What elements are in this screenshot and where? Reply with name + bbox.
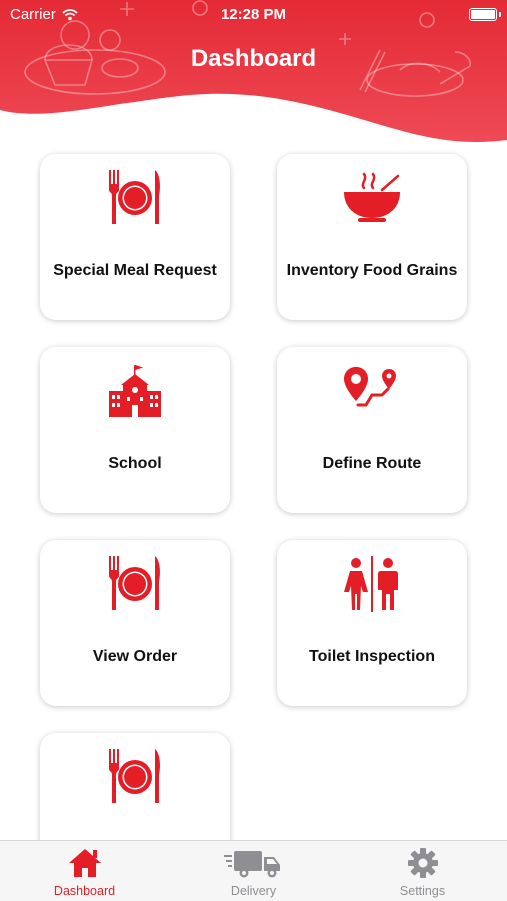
- battery-icon: [469, 8, 497, 21]
- card-view-order[interactable]: View Order: [40, 540, 230, 706]
- truck-icon: [169, 847, 338, 881]
- card-label: Inventory Food Grains: [286, 262, 458, 279]
- page-title: Dashboard: [190, 45, 317, 72]
- plate-cutlery-icon: [40, 168, 230, 228]
- card-toilet-inspection[interactable]: Toilet Inspection: [277, 540, 467, 706]
- battery-tip: [499, 12, 501, 17]
- tab-label: Dashboard: [53, 884, 116, 898]
- status-bar: Carrier 12:28 PM: [0, 0, 507, 30]
- tab-bar: Dashboard Delivery Settings: [0, 840, 507, 901]
- card-label: Special Meal Request: [53, 262, 217, 279]
- school-building-icon: [40, 361, 230, 421]
- card-inventory-food-grains[interactable]: Inventory Food Grains: [277, 154, 467, 320]
- header: Carrier 12:28 PM Dashboard: [0, 0, 507, 160]
- card-label: View Order: [92, 648, 178, 665]
- card-label: Define Route: [322, 455, 422, 472]
- card-label: School: [108, 455, 162, 472]
- tab-label: Settings: [399, 884, 446, 898]
- tab-label: Delivery: [230, 884, 277, 898]
- status-time: 12:28 PM: [220, 6, 287, 23]
- gear-icon: [338, 847, 507, 881]
- tab-settings[interactable]: Settings: [338, 841, 507, 901]
- restroom-icon: [277, 554, 467, 614]
- home-icon: [0, 847, 169, 881]
- tab-delivery[interactable]: Delivery: [169, 841, 338, 901]
- card-label: Toilet Inspection: [309, 648, 435, 665]
- plate-cutlery-icon: [40, 747, 230, 807]
- route-icon: [277, 361, 467, 421]
- card-special-meal-request[interactable]: Special Meal Request: [40, 154, 230, 320]
- tab-dashboard[interactable]: Dashboard: [0, 841, 169, 901]
- hot-bowl-icon: [277, 168, 467, 228]
- card-school[interactable]: School: [40, 347, 230, 513]
- card-define-route[interactable]: Define Route: [277, 347, 467, 513]
- plate-cutlery-icon: [40, 554, 230, 614]
